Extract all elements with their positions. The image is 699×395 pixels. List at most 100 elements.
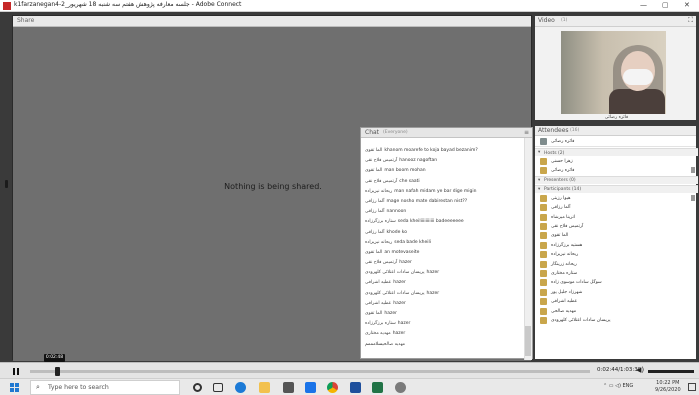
- connect-app-icon[interactable]: [395, 382, 406, 393]
- edge-browser-icon[interactable]: [235, 382, 246, 393]
- video-pod-title: Video: [538, 17, 555, 24]
- seek-track[interactable]: [30, 370, 590, 373]
- video-pod: Video (1) ⛶ فائزه رضائی: [534, 15, 697, 121]
- file-explorer-icon[interactable]: [259, 382, 270, 393]
- chrome-icon[interactable]: [327, 382, 338, 393]
- store-icon[interactable]: [283, 382, 294, 393]
- chat-sender: آلما رزاقی: [365, 229, 385, 235]
- attendees-pod: Attendees (16) فائزه رضائی ▾ Hosts (2) زهر…: [534, 125, 698, 360]
- chat-sender: ستاره برزگرزاده: [365, 321, 396, 327]
- notification-icon[interactable]: [688, 383, 696, 391]
- chat-message: ستاره برزگرزاده seda kheiliiiiiiiiiii bad…: [365, 217, 521, 227]
- attendee-row[interactable]: ستاره مختاری: [535, 269, 698, 278]
- windows-taskbar: ⌕ Type here to search ⌃ ▭ ◁) ENG 10:22 P…: [0, 378, 699, 395]
- chat-sender: الما تقوی: [365, 311, 383, 316]
- chat-text: an motevaseite: [384, 249, 420, 255]
- chat-message: ریحانه نیزیزاده man nafah midam ye bar di…: [365, 187, 521, 197]
- attendee-row[interactable]: اترینا میرشاه: [535, 213, 698, 222]
- taskbar-clock[interactable]: 10:22 PM 9/26/2020: [655, 380, 681, 394]
- collapse-handle[interactable]: [5, 180, 8, 188]
- playback-bar: 0:02:44/1:03:39 ◀): [0, 362, 699, 378]
- attendee-row[interactable]: الما تقوی: [535, 231, 698, 240]
- user-icon: [540, 260, 547, 268]
- chat-message: آرتمیس فلاح نقی hanooz nagoftan: [365, 156, 521, 166]
- user-icon: [540, 241, 547, 249]
- taskbar-search-placeholder: Type here to search: [48, 384, 109, 391]
- chat-text: che saati: [399, 178, 420, 184]
- windows-start-icon[interactable]: [10, 383, 19, 392]
- seek-knob[interactable]: [55, 367, 61, 376]
- chat-sender: پریسان سادات اعتلائی کلهرودی: [365, 270, 425, 276]
- section-label: Presenters (0): [544, 178, 576, 184]
- attendee-row[interactable]: هستیه برزگرزاده: [535, 241, 698, 250]
- attendee-row[interactable]: عطیه اشرافی: [535, 297, 698, 306]
- chat-message: الما تقوی man boom mohan: [365, 166, 521, 176]
- attendee-name: مهدیه صالحی: [551, 308, 577, 314]
- video-pod-header: Video (1) ⛶: [535, 16, 696, 27]
- chat-text: hazer: [426, 290, 440, 296]
- attendee-name: ریحانه نیزیزاده: [551, 252, 579, 258]
- section-label: Participants (14): [544, 187, 582, 193]
- chat-sender: عطیه اشرافی: [365, 280, 392, 286]
- chat-scroll-thumb[interactable]: [525, 326, 531, 356]
- chat-sender: مهدیه صالحی: [382, 341, 406, 347]
- excel-icon[interactable]: [372, 382, 383, 393]
- expand-icon[interactable]: ▾: [538, 178, 540, 183]
- attendee-row[interactable]: آرتمیس فلاح نقی: [535, 222, 698, 231]
- expand-icon[interactable]: ▾: [538, 187, 540, 192]
- attendee-row[interactable]: مهدیه صالحی: [535, 307, 698, 316]
- taskbar-search-box[interactable]: ⌕ Type here to search: [30, 380, 180, 395]
- maximize-button[interactable]: ▢: [662, 1, 669, 9]
- participants-section[interactable]: ▾ Participants (14): [535, 184, 698, 193]
- volume-slider[interactable]: [648, 370, 694, 373]
- attendee-row[interactable]: ریحانه نیزیزاده: [535, 250, 698, 259]
- current-user-row[interactable]: فائزه رضائی: [535, 137, 696, 147]
- attendee-row[interactable]: پریسان سادات اعتلائی کلهرودی: [535, 316, 698, 325]
- attendee-row[interactable]: فائزه رضائی: [535, 166, 698, 175]
- chat-message-list: الما تقوی khanom moarefe to koja bayad be…: [361, 138, 524, 360]
- chat-message: عطیه اشرافی hazer: [365, 278, 521, 288]
- pod-menu-icon[interactable]: ≡: [524, 129, 529, 136]
- attendee-name: پریسان سادات اعتلائی کلهرودی: [551, 318, 611, 323]
- my-status-icon[interactable]: [540, 138, 547, 145]
- chat-message: مهدیه مختاری hazer: [365, 329, 521, 339]
- chat-sender: الما تقوی: [365, 148, 383, 153]
- user-icon: [540, 204, 547, 212]
- expand-icon[interactable]: ▾: [538, 150, 540, 155]
- attendee-row[interactable]: زهرا حسنی: [535, 157, 698, 166]
- chat-pod-header: Chat (Everyone) ≡: [361, 128, 532, 138]
- user-icon: [540, 167, 547, 175]
- mail-icon[interactable]: [305, 382, 316, 393]
- task-view-icon[interactable]: [213, 383, 223, 392]
- chat-sender: آرتمیس فلاح نقی: [365, 260, 398, 266]
- webcam-person-mask: [623, 69, 653, 85]
- chat-scrollbar[interactable]: [524, 138, 532, 360]
- close-button[interactable]: ✕: [684, 1, 690, 9]
- attendee-row[interactable]: شهرزاد جلیل پور: [535, 288, 698, 297]
- hosts-section[interactable]: ▾ Hosts (2): [535, 148, 698, 156]
- chat-text: hazer: [393, 300, 406, 306]
- chat-text: man boom mohan: [384, 168, 426, 174]
- chat-message: الما تقوی khanom moarefe to koja bayad be…: [365, 146, 521, 156]
- cortana-icon[interactable]: [193, 383, 202, 392]
- tray-icons[interactable]: ⌃ ▭ ◁): [603, 383, 621, 389]
- attendee-row[interactable]: سوگل سادات موسوی زاده: [535, 278, 698, 287]
- chat-text: man nafah midam ye bar dige migin: [394, 188, 477, 194]
- attendee-row[interactable]: هیوا رزیتی: [535, 194, 698, 203]
- minimize-button[interactable]: —: [640, 1, 647, 9]
- chat-text: hazer: [392, 331, 406, 337]
- attendee-name: هیوا رزیتی: [551, 195, 571, 201]
- presenters-section[interactable]: ▾ Presenters (0): [535, 175, 698, 184]
- window-title: k1farzanegan4-2_جلسه معارفه پژوهش هفتم س…: [14, 1, 242, 8]
- photos-icon[interactable]: [350, 382, 361, 393]
- attendee-row[interactable]: ریحانه زرینگار: [535, 260, 698, 269]
- chat-pod-title: Chat: [365, 129, 380, 136]
- attendee-name: الما تقوی: [551, 233, 569, 239]
- volume-icon[interactable]: ◀): [636, 366, 644, 374]
- language-indicator[interactable]: ENG: [622, 383, 633, 389]
- chat-sender: عطیه اشرافی: [365, 300, 392, 306]
- pause-button[interactable]: [13, 368, 19, 375]
- chat-sender: الما تقوی: [365, 249, 383, 255]
- attendee-row[interactable]: آلما رزاقی: [535, 203, 698, 212]
- fullscreen-icon[interactable]: ⛶: [688, 16, 693, 25]
